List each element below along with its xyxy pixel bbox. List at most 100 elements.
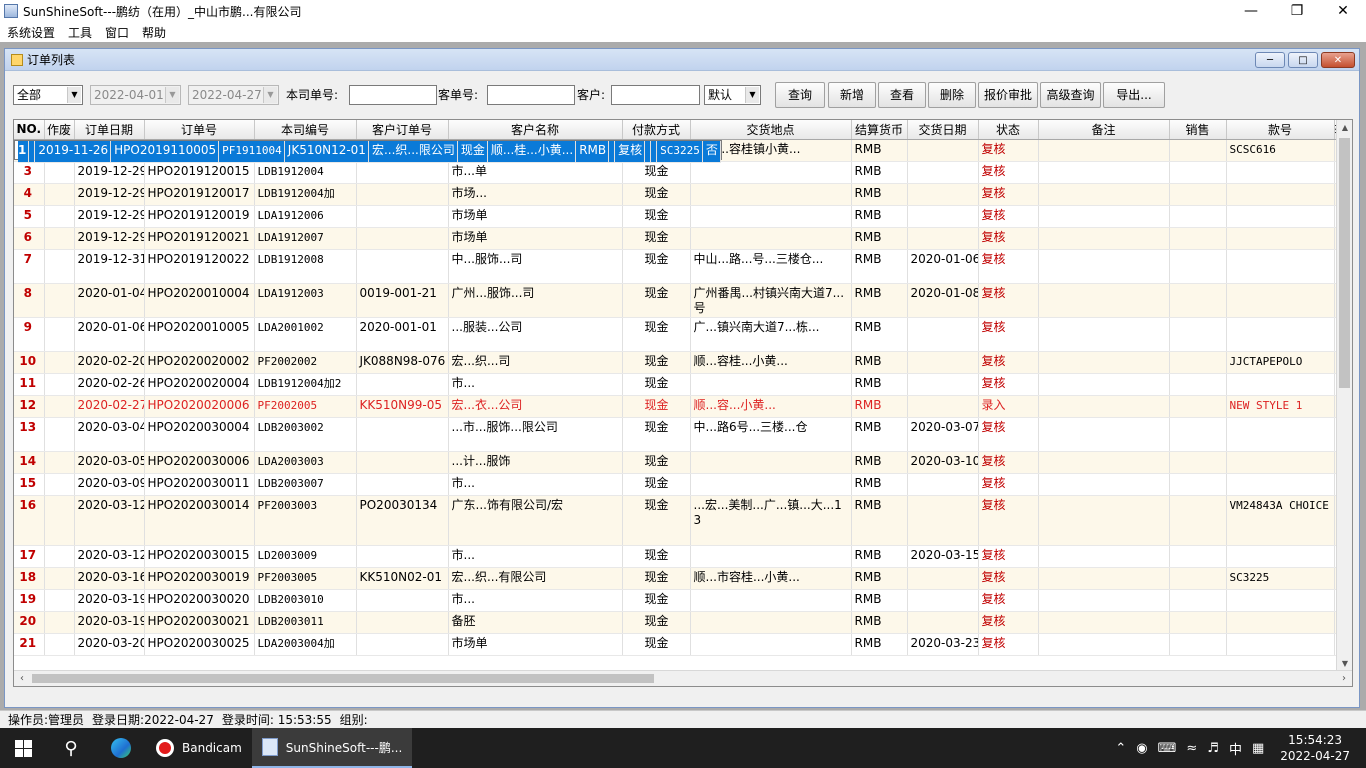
row-payment[interactable]: 现金 [622, 495, 691, 546]
menu-system-settings[interactable]: 系统设置 [0, 24, 61, 41]
row-company-code[interactable]: LD2003009 [254, 545, 357, 568]
row-company-code[interactable]: LDA2001002 [254, 317, 357, 352]
ime-indicator[interactable]: 中 [1229, 739, 1242, 758]
col-header-order-date[interactable]: 订单日期 [74, 120, 145, 140]
row-void[interactable] [44, 161, 75, 184]
row-order-date[interactable]: 2020-03-20 [74, 633, 145, 656]
row-customer-name[interactable]: 市... [448, 589, 623, 612]
row-currency[interactable]: RMB [851, 351, 908, 374]
row-no[interactable]: 10 [14, 351, 45, 374]
row-sales[interactable] [1169, 545, 1227, 568]
col-header-remark[interactable]: 备注 [1038, 120, 1170, 140]
row-company-code[interactable]: LDB1912004加2 [254, 373, 357, 396]
row-payment[interactable]: 现金 [622, 545, 691, 568]
menu-window[interactable]: 窗口 [98, 24, 135, 41]
row-order-date[interactable]: 2020-03-09 [74, 473, 145, 496]
table-row[interactable]: 10 2020-02-20 HPO2020020002 PF2002002 JK088N… [14, 351, 1339, 374]
row-remark[interactable] [1038, 495, 1170, 546]
row-currency[interactable]: RMB [851, 205, 908, 228]
row-currency[interactable]: RMB [851, 417, 908, 452]
scroll-right-icon[interactable]: › [1336, 671, 1352, 686]
row-delivery-date[interactable] [907, 589, 979, 612]
row-delivery-place[interactable] [690, 589, 852, 612]
row-delivery-place[interactable]: ...宏...美制...广...镇...大...13 [690, 495, 852, 546]
row-style-no[interactable] [1226, 589, 1335, 612]
col-header-delivery-date[interactable]: 交货日期 [907, 120, 979, 140]
row-sales[interactable] [1169, 183, 1227, 206]
clock[interactable]: 15:54:23 2022-04-27 [1280, 732, 1350, 764]
search-icon[interactable]: ⚲ [46, 728, 96, 768]
row-order-date[interactable]: 2019-12-29 [74, 161, 145, 184]
row-company-code[interactable]: LDB2003007 [254, 473, 357, 496]
row-customer-name[interactable]: 市... [448, 473, 623, 496]
row-company-code[interactable]: LDB1912004 [254, 161, 357, 184]
row-currency[interactable]: RMB [851, 373, 908, 396]
date-from-picker[interactable]: 2022-04-01 ▼ [90, 85, 181, 105]
row-currency[interactable]: RMB [851, 161, 908, 184]
menu-tools[interactable]: 工具 [61, 24, 98, 41]
row-company-code[interactable]: LDA1912006 [254, 205, 357, 228]
row-payment[interactable]: 现金 [622, 633, 691, 656]
row-order-date[interactable]: 2019-12-29 [74, 227, 145, 250]
query-button[interactable]: 查询 [775, 82, 825, 108]
row-sales[interactable] [1169, 395, 1227, 418]
row-void[interactable] [44, 249, 75, 284]
row-payment[interactable]: 现金 [622, 417, 691, 452]
edge-browser-icon[interactable] [96, 728, 146, 768]
row-order-no[interactable]: HPO2020030021 [144, 611, 255, 634]
row-delivery-place[interactable]: 顺...容桂...小黄... [690, 351, 852, 374]
child-close-icon[interactable]: ✕ [1321, 52, 1355, 68]
row-company-code[interactable]: LDA2003004加 [254, 633, 357, 656]
row-style-no[interactable]: JJCTAPEPOLO [1226, 351, 1335, 374]
row-delivery-date[interactable] [907, 205, 979, 228]
col-header-status[interactable]: 状态 [978, 120, 1039, 140]
row-remark[interactable] [1038, 451, 1170, 474]
row-payment[interactable]: 现金 [622, 395, 691, 418]
row-order-date[interactable]: 2020-01-06 [74, 317, 145, 352]
child-restore-icon[interactable]: □ [1288, 52, 1318, 68]
row-remark[interactable] [1038, 161, 1170, 184]
row-currency[interactable]: RMB [851, 495, 908, 546]
col-header-payment[interactable]: 付款方式 [622, 120, 691, 140]
row-order-no[interactable]: HPO2019120015 [144, 161, 255, 184]
row-order-no[interactable]: HPO2020030011 [144, 473, 255, 496]
export-button[interactable]: 导出... [1103, 82, 1165, 108]
row-no[interactable]: 7 [14, 249, 45, 284]
row-status[interactable]: 复核 [978, 249, 1039, 284]
row-delivery-date[interactable] [907, 395, 979, 418]
row-company-code[interactable]: LDB1912004加 [254, 183, 357, 206]
row-payment[interactable]: 现金 [622, 611, 691, 634]
row-sales[interactable] [1169, 611, 1227, 634]
row-delivery-place[interactable] [690, 161, 852, 184]
row-order-no[interactable]: HPO2019120019 [144, 205, 255, 228]
row-currency[interactable]: RMB [851, 283, 908, 318]
row-payment[interactable]: 现金 [622, 589, 691, 612]
row-sales[interactable] [1169, 317, 1227, 352]
row-order-no[interactable]: HPO2020030014 [144, 495, 255, 546]
row-customer-name[interactable]: ...服装...公司 [448, 317, 623, 352]
wechat-icon[interactable]: ◉ [1136, 741, 1147, 756]
table-row[interactable]: 21 2020-03-20 HPO2020030025 LDA2003004加 市场单现… [14, 633, 1339, 656]
table-row[interactable]: 19 2020-03-19 HPO2020030020 LDB2003010 市... 现… [14, 589, 1339, 612]
row-no[interactable]: 19 [14, 589, 45, 612]
row-delivery-place[interactable]: 广州番禺...村镇兴南大道7...号 [690, 283, 852, 318]
row-order-no[interactable]: HPO2020030020 [144, 589, 255, 612]
row-remark[interactable] [1038, 227, 1170, 250]
row-delivery-place[interactable] [690, 473, 852, 496]
row-delivery-place[interactable]: 顺...容...小黄... [690, 395, 852, 418]
row-customer-order[interactable]: 0019-001-21 [356, 283, 449, 318]
row-payment[interactable]: 现金 [622, 227, 691, 250]
company-order-input[interactable] [349, 85, 437, 105]
row-status[interactable]: 复核 [978, 139, 1039, 162]
row-currency[interactable]: RMB [851, 589, 908, 612]
row-style-no[interactable] [1226, 183, 1335, 206]
row-customer-name[interactable]: 中...服饰...司 [448, 249, 623, 284]
row-customer-name[interactable]: 广东...饰有限公司/宏 [448, 495, 623, 546]
row-delivery-date[interactable] [907, 473, 979, 496]
row-style-no[interactable]: VM24843A CHOICE [1226, 495, 1335, 546]
row-delivery-date[interactable] [907, 161, 979, 184]
row-order-date[interactable]: 2020-03-04 [74, 417, 145, 452]
row-delivery-date[interactable]: 2020-01-06 [907, 249, 979, 284]
row-style-no[interactable] [1226, 473, 1335, 496]
row-style-no[interactable]: SCSC616 [1226, 139, 1335, 162]
